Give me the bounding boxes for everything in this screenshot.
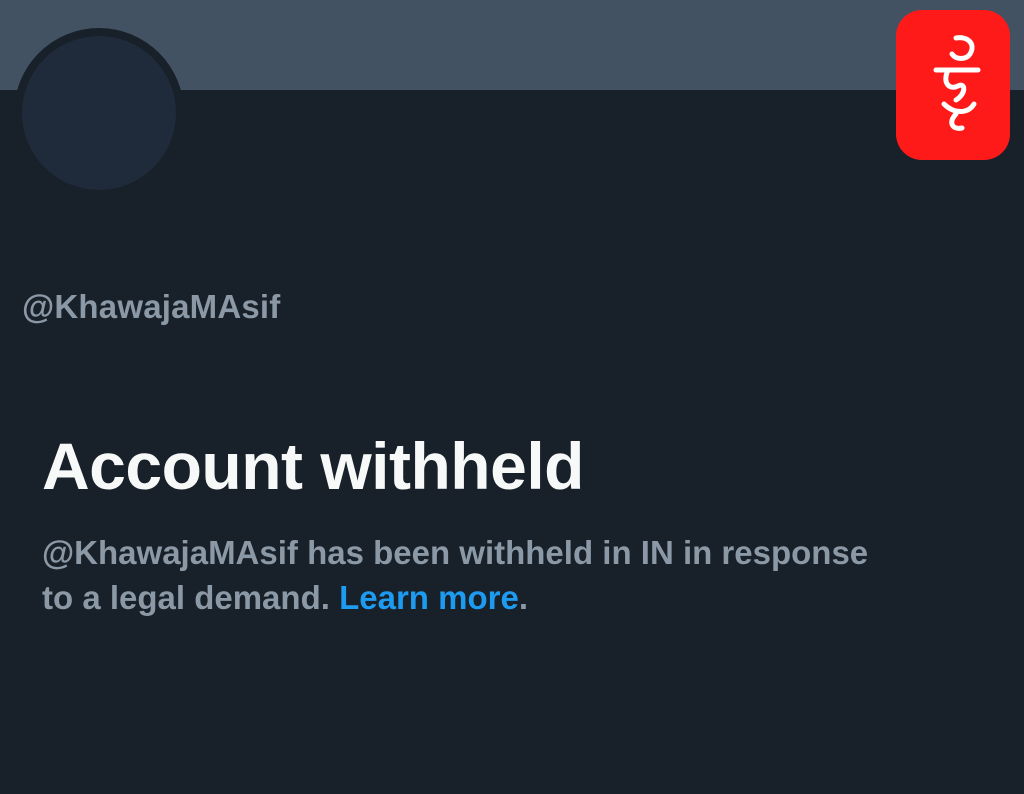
profile-handle: @KhawajaMAsif	[22, 288, 281, 325]
avatar	[14, 28, 184, 198]
logo-glyph-icon	[933, 35, 981, 131]
withheld-title: Account withheld	[42, 429, 584, 503]
withheld-message: @KhawajaMAsif has been withheld in IN in…	[42, 530, 1002, 620]
trailing-period: .	[518, 579, 528, 616]
profile-page: @KhawajaMAsif Account withheld @KhawajaM…	[0, 0, 1024, 794]
app-logo-icon	[896, 10, 1010, 160]
withheld-message-line2: to a legal demand.	[42, 579, 330, 616]
withheld-message-line1: @KhawajaMAsif has been withheld in IN in…	[42, 534, 869, 571]
avatar-placeholder	[22, 36, 176, 190]
learn-more-link[interactable]: Learn more	[339, 579, 519, 616]
